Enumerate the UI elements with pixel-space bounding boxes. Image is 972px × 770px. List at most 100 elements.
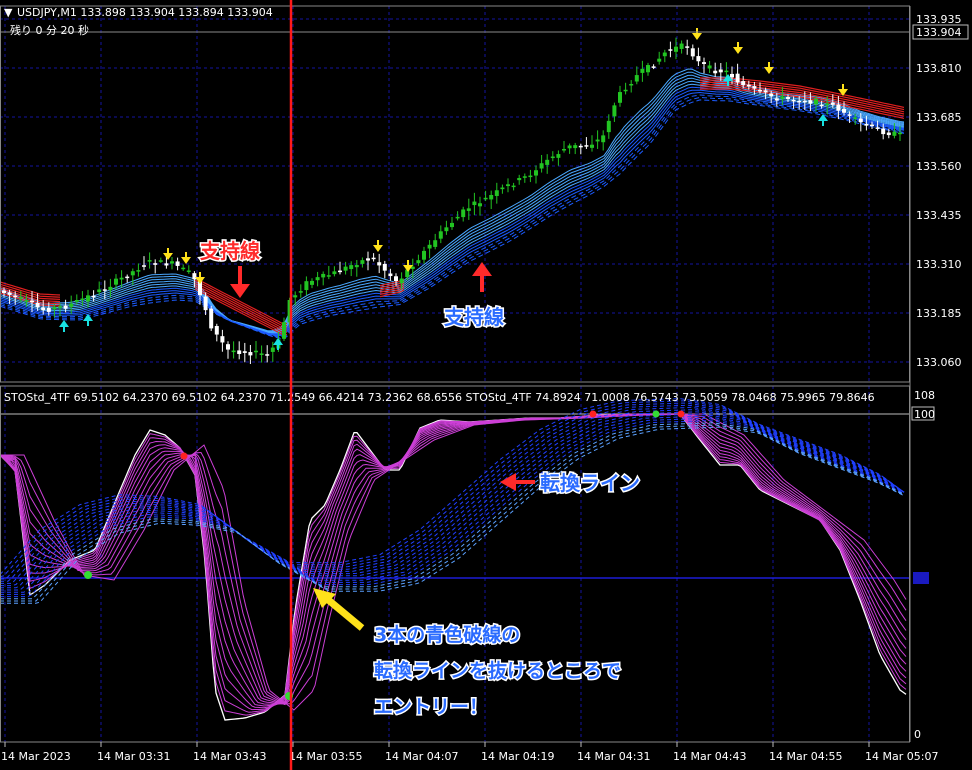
candle-body bbox=[170, 261, 174, 264]
candle-body bbox=[578, 145, 583, 148]
candle-body bbox=[584, 145, 589, 147]
candle-body bbox=[741, 81, 746, 85]
candle-body bbox=[237, 350, 242, 354]
candle-body bbox=[298, 291, 303, 293]
candle-body bbox=[91, 295, 96, 298]
candle-body bbox=[864, 123, 869, 126]
candle-body bbox=[86, 295, 90, 302]
candle-body bbox=[181, 267, 186, 270]
candle-body bbox=[461, 209, 466, 218]
support-label-blue: 支持線 bbox=[444, 305, 504, 329]
candle-body bbox=[494, 190, 499, 196]
candle-body bbox=[125, 276, 130, 279]
candle-body bbox=[517, 178, 522, 181]
candle-body bbox=[511, 185, 516, 188]
entry-note-line-1: 3本の青色破線の bbox=[374, 623, 520, 646]
candle-body bbox=[612, 105, 617, 117]
candle-body bbox=[690, 48, 695, 57]
candle-body bbox=[830, 102, 835, 105]
candle-body bbox=[539, 163, 544, 169]
candle-body bbox=[41, 307, 46, 311]
osc-scale-108: 108 bbox=[914, 389, 935, 402]
candle-body bbox=[707, 65, 712, 69]
candle-body bbox=[870, 124, 874, 127]
candle-body bbox=[780, 96, 785, 99]
oscillator-header: STOStd_4TF 69.5102 64.2370 69.5102 64.23… bbox=[4, 391, 875, 404]
candle-body bbox=[108, 286, 113, 291]
candle-body bbox=[326, 275, 331, 277]
candle-body bbox=[797, 100, 802, 103]
green-signal-dot bbox=[84, 571, 92, 579]
candle-body bbox=[175, 261, 180, 266]
price-label: 133.685 bbox=[916, 111, 962, 124]
candle-body bbox=[752, 86, 757, 89]
candle-body bbox=[455, 216, 460, 219]
candle-body bbox=[220, 336, 225, 343]
price-label: 133.560 bbox=[916, 160, 962, 173]
candle-body bbox=[349, 265, 354, 270]
support-label-red: 支持線 bbox=[200, 239, 260, 263]
candle-body bbox=[102, 289, 107, 291]
candle-body bbox=[724, 70, 729, 73]
red-signal-dot bbox=[589, 410, 597, 418]
candle-body bbox=[63, 305, 68, 309]
time-label: 14 Mar 04:55 bbox=[769, 750, 842, 763]
candle-body bbox=[119, 277, 124, 280]
price-label: 133.310 bbox=[916, 258, 962, 271]
candle-body bbox=[427, 244, 432, 249]
chart-menu-icon[interactable]: ▼ bbox=[4, 6, 13, 19]
time-label: 14 Mar 04:07 bbox=[385, 750, 458, 763]
candle-body bbox=[46, 307, 51, 312]
time-label: 14 Mar 2023 bbox=[1, 750, 71, 763]
candle-body bbox=[259, 353, 264, 355]
candle-body bbox=[74, 300, 79, 302]
candle-body bbox=[657, 58, 662, 62]
candle-body bbox=[713, 70, 718, 74]
candle-body bbox=[685, 46, 690, 48]
candle-body bbox=[136, 270, 141, 272]
candle-body bbox=[601, 135, 606, 143]
candle-body bbox=[69, 303, 74, 307]
candle-body bbox=[545, 159, 550, 165]
entry-note-line-3: エントリー！ bbox=[374, 696, 488, 718]
trading-chart[interactable]: ▼ USDJPY,M1 133.898 133.904 133.894 133.… bbox=[0, 0, 972, 770]
candle-body bbox=[52, 307, 57, 310]
candle-body bbox=[433, 240, 438, 247]
candle-body bbox=[343, 266, 348, 271]
candle-body bbox=[623, 89, 628, 92]
candle-body bbox=[875, 127, 880, 129]
time-label: 14 Mar 03:55 bbox=[289, 750, 362, 763]
candle-body bbox=[30, 300, 34, 303]
candle-body bbox=[450, 222, 454, 228]
candle-body bbox=[214, 326, 219, 335]
time-label: 14 Mar 05:07 bbox=[865, 750, 938, 763]
candle-body bbox=[282, 322, 286, 339]
candle-body bbox=[377, 262, 382, 266]
candle-body bbox=[270, 347, 275, 352]
candle-body bbox=[662, 52, 667, 57]
candle-body bbox=[382, 263, 387, 271]
candle-body bbox=[444, 227, 449, 232]
red-signal-dot bbox=[180, 452, 188, 460]
candle-body bbox=[567, 145, 572, 149]
candle-body bbox=[618, 92, 622, 103]
price-label: 133.435 bbox=[916, 209, 962, 222]
candle-body bbox=[422, 250, 426, 260]
candle-body bbox=[226, 344, 230, 350]
candle-body bbox=[898, 132, 902, 135]
candle-body bbox=[158, 260, 163, 262]
candle-body bbox=[774, 98, 779, 101]
candle-body bbox=[825, 103, 830, 106]
candle-body bbox=[853, 117, 858, 119]
candle-body bbox=[573, 145, 578, 149]
current-price-label: 133.904 bbox=[916, 26, 962, 39]
candle-body bbox=[394, 276, 398, 282]
candle-body bbox=[388, 273, 393, 277]
candle-body bbox=[366, 258, 370, 261]
candle-body bbox=[2, 290, 6, 293]
candle-body bbox=[892, 131, 897, 136]
time-label: 14 Mar 04:19 bbox=[481, 750, 554, 763]
candle-body bbox=[606, 120, 611, 133]
candle-body bbox=[696, 56, 701, 62]
candle-body bbox=[153, 263, 158, 265]
